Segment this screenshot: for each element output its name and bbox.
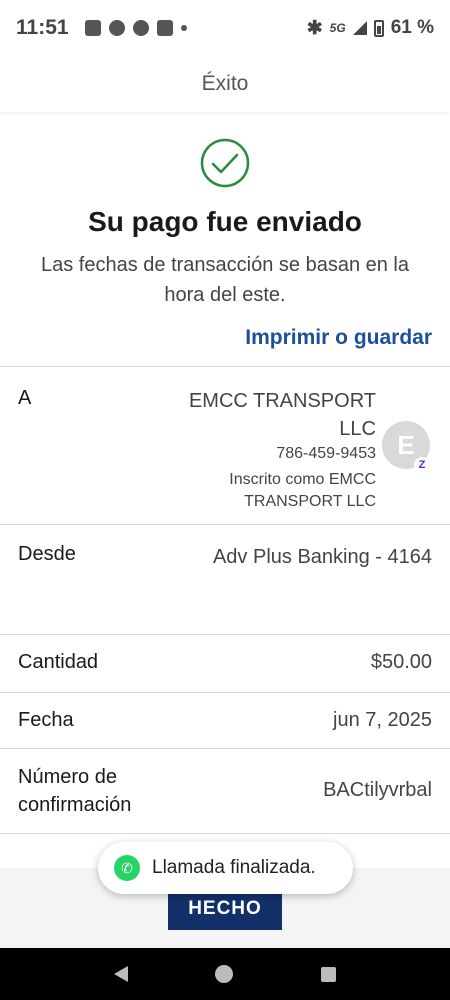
system-status: ✱ 5G 61 % [307,17,434,40]
confirmation-row: Número de confirmación BACtilyvrbal [0,748,450,834]
from-account-value: Adv Plus Banking - 4164 [212,546,432,568]
notification-icons [84,20,187,36]
bluetooth-icon: ✱ [306,17,323,39]
page-title: Éxito [201,72,249,95]
from-account-row: Desde Adv Plus Banking - 4164 [0,524,450,634]
success-title: Su pago fue enviado [88,206,362,237]
recipient-row: A EMCC TRANSPORT LLC 786-459-9453 Inscri… [0,366,450,524]
more-notifications-icon [180,25,187,31]
date-label: Fecha [18,709,74,731]
battery-level: 61 % [390,17,434,38]
done-button[interactable]: HECHO [168,888,282,930]
date-row: Fecha jun 7, 2025 [0,692,450,748]
recipient-phone: 786-459-9453 [276,445,376,462]
call-ended-toast: ✆ Llamada finalizada. [98,842,353,894]
recipient-enrolled-name: Inscrito como EMCC TRANSPORT LLC [229,471,376,510]
signal-icon [352,21,367,35]
status-bar: 11:51 ✱ 5G 61 % [0,0,450,56]
amount-label: Cantidad [18,651,99,673]
from-label: Desde [18,543,76,565]
confirmation-label: Número de confirmación [18,766,132,816]
app-notification-icon [156,20,173,36]
back-icon[interactable] [113,966,128,982]
facebook-icon [84,20,101,36]
battery-icon [373,19,384,37]
system-nav-bar [0,948,450,1000]
amount-value: $50.00 [370,651,432,673]
zelle-badge-icon: Z [414,457,430,473]
payment-details: A EMCC TRANSPORT LLC 786-459-9453 Inscri… [0,366,450,834]
confirmation-value: BACtilyvrbal [323,779,432,801]
date-value: jun 7, 2025 [333,709,432,731]
home-icon[interactable] [215,965,234,983]
amount-row: Cantidad $50.00 [0,634,450,692]
network-type: 5G [329,21,346,35]
success-check-icon [200,138,250,188]
whatsapp-icon: ✆ [114,855,140,881]
messenger-icon-2 [132,20,149,36]
recipient-label: A [18,387,32,409]
success-subtitle: Las fechas de transacción se basan en la… [40,254,410,306]
recipient-name: EMCC TRANSPORT LLC [188,390,376,440]
recents-icon[interactable] [321,966,337,982]
print-or-save-link[interactable]: Imprimir o guardar [245,326,432,350]
toast-text: Llamada finalizada. [152,857,316,878]
page-header: Éxito [0,56,450,112]
status-time: 11:51 [16,16,69,39]
messenger-icon [108,20,125,36]
